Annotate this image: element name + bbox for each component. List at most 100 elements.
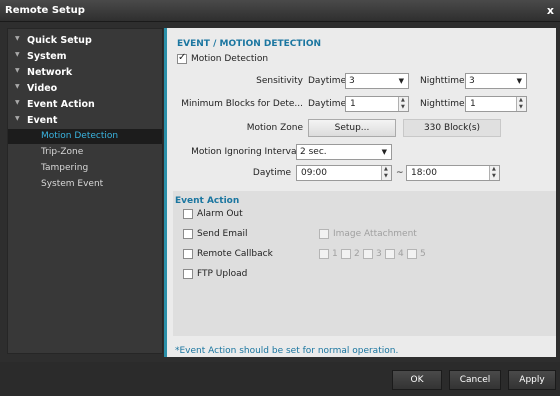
- select-value: 2 sec.: [300, 147, 327, 157]
- expand-triangle-icon: ▼: [15, 83, 20, 90]
- send-email-label: Send Email: [197, 229, 248, 239]
- minimum-blocks-nighttime-label: Nighttime: [420, 99, 465, 109]
- sidebar-item-tampering[interactable]: Tampering: [8, 161, 162, 176]
- sidebar-item-system[interactable]: ▼ System: [8, 49, 162, 65]
- spin-buttons[interactable]: ▲ ▼: [381, 166, 391, 180]
- callback-slot-2-label: 2: [354, 249, 360, 259]
- cancel-button[interactable]: Cancel: [449, 370, 501, 390]
- spin-down-icon[interactable]: ▼: [401, 104, 405, 110]
- sensitivity-nighttime-select[interactable]: 3 ▼: [465, 73, 527, 89]
- settings-panel: EVENT / MOTION DETECTION Motion Detectio…: [164, 28, 556, 357]
- range-separator: ~: [396, 168, 404, 178]
- select-value: 3: [469, 76, 475, 86]
- spin-up-icon[interactable]: ▲: [384, 166, 388, 172]
- button-label: OK: [410, 375, 424, 385]
- dropdown-arrow-icon: ▼: [381, 148, 387, 156]
- apply-button[interactable]: Apply: [508, 370, 556, 390]
- sidebar-item-video[interactable]: ▼ Video: [8, 81, 162, 97]
- sidebar-item-motion-detection[interactable]: Motion Detection: [8, 129, 162, 144]
- remote-callback-label: Remote Callback: [197, 249, 273, 259]
- sensitivity-daytime-label: Daytime: [308, 76, 347, 86]
- sidebar-item-label: Tampering: [41, 163, 89, 173]
- sensitivity-nighttime-label: Nighttime: [420, 76, 465, 86]
- ftp-upload-checkbox[interactable]: [183, 269, 193, 279]
- stepper-value: 1: [350, 99, 356, 109]
- dropdown-arrow-icon: ▼: [516, 77, 522, 85]
- time-value: 18:00: [411, 168, 437, 178]
- minimum-blocks-daytime-label: Daytime: [308, 99, 347, 109]
- callback-slot-3-checkbox[interactable]: [363, 249, 373, 259]
- spin-buttons[interactable]: ▲ ▼: [398, 97, 408, 111]
- spin-up-icon[interactable]: ▲: [492, 166, 496, 172]
- event-action-section: Event Action Alarm Out Send Email Image …: [173, 191, 556, 336]
- sidebar-item-trip-zone[interactable]: Trip-Zone: [8, 145, 162, 160]
- ok-button[interactable]: OK: [392, 370, 442, 390]
- dropdown-arrow-icon: ▼: [398, 77, 404, 85]
- expand-triangle-icon: ▼: [15, 35, 20, 42]
- spin-down-icon[interactable]: ▼: [492, 173, 496, 179]
- sidebar-item-label: Quick Setup: [27, 35, 92, 46]
- motion-ignoring-interval-select[interactable]: 2 sec. ▼: [296, 144, 392, 160]
- alarm-out-checkbox[interactable]: [183, 209, 193, 219]
- sensitivity-label: Sensitivity: [256, 76, 303, 86]
- sidebar-item-quick-setup[interactable]: ▼ Quick Setup: [8, 33, 162, 49]
- sidebar: ▼ Quick Setup ▼ System ▼ Network ▼ Video…: [7, 28, 163, 354]
- spin-buttons[interactable]: ▲ ▼: [516, 97, 526, 111]
- motion-zone-label: Motion Zone: [246, 123, 303, 133]
- motion-detection-label: Motion Detection: [191, 54, 269, 64]
- sidebar-item-label: Network: [27, 67, 73, 78]
- spin-up-icon[interactable]: ▲: [519, 97, 523, 103]
- sidebar-item-label: Event: [27, 115, 58, 126]
- spin-down-icon[interactable]: ▼: [384, 173, 388, 179]
- expand-triangle-icon: ▼: [15, 115, 20, 122]
- minimum-blocks-label: Minimum Blocks for Dete...: [181, 99, 303, 109]
- image-attachment-checkbox[interactable]: [319, 229, 329, 239]
- daytime-start-input[interactable]: 09:00 ▲ ▼: [296, 165, 392, 181]
- daytime-range-label: Daytime: [252, 168, 291, 178]
- sensitivity-daytime-select[interactable]: 3 ▼: [345, 73, 409, 89]
- callback-slot-1-checkbox[interactable]: [319, 249, 329, 259]
- dialog-footer: OK Cancel Apply: [0, 362, 560, 396]
- sidebar-item-label: Trip-Zone: [41, 147, 84, 157]
- motion-zone-blocks-readout: 330 Block(s): [403, 119, 501, 137]
- ftp-upload-label: FTP Upload: [197, 269, 248, 279]
- sidebar-item-event-action[interactable]: ▼ Event Action: [8, 97, 162, 113]
- callback-slot-5-label: 5: [420, 249, 426, 259]
- blocks-value: 330 Block(s): [423, 123, 481, 133]
- motion-zone-setup-button[interactable]: Setup...: [308, 119, 396, 137]
- alarm-out-label: Alarm Out: [197, 209, 243, 219]
- event-action-heading: Event Action: [175, 196, 240, 206]
- send-email-checkbox[interactable]: [183, 229, 193, 239]
- sidebar-item-system-event[interactable]: System Event: [8, 177, 162, 192]
- spin-buttons[interactable]: ▲ ▼: [489, 166, 499, 180]
- sidebar-item-label: Video: [27, 83, 58, 94]
- expand-triangle-icon: ▼: [15, 67, 20, 74]
- close-icon[interactable]: x: [547, 4, 554, 17]
- sidebar-item-event[interactable]: ▼ Event: [8, 113, 162, 129]
- motion-ignoring-interval-label: Motion Ignoring Interval: [191, 147, 299, 157]
- callback-slot-2-checkbox[interactable]: [341, 249, 351, 259]
- minimum-blocks-nighttime-stepper[interactable]: 1 ▲ ▼: [465, 96, 527, 112]
- callback-slot-3-label: 3: [376, 249, 382, 259]
- sidebar-item-network[interactable]: ▼ Network: [8, 65, 162, 81]
- callback-slot-4-checkbox[interactable]: [385, 249, 395, 259]
- sidebar-item-label: Event Action: [27, 99, 95, 110]
- button-label: Cancel: [459, 375, 491, 385]
- minimum-blocks-daytime-stepper[interactable]: 1 ▲ ▼: [345, 96, 409, 112]
- motion-detection-checkbox[interactable]: [177, 52, 187, 64]
- callback-slot-1-label: 1: [332, 249, 338, 259]
- event-action-note: *Event Action should be set for normal o…: [175, 346, 399, 356]
- remote-callback-checkbox[interactable]: [183, 249, 193, 259]
- spin-down-icon[interactable]: ▼: [519, 104, 523, 110]
- button-label: Apply: [519, 375, 545, 385]
- sidebar-item-label: System Event: [41, 179, 104, 189]
- callback-slot-5-checkbox[interactable]: [407, 249, 417, 259]
- select-value: 3: [349, 76, 355, 86]
- sidebar-item-label: System: [27, 51, 67, 62]
- window-title: Remote Setup: [5, 5, 85, 16]
- image-attachment-label: Image Attachment: [333, 229, 417, 239]
- spin-up-icon[interactable]: ▲: [401, 97, 405, 103]
- title-bar: Remote Setup x: [0, 0, 560, 22]
- callback-slot-4-label: 4: [398, 249, 404, 259]
- daytime-end-input[interactable]: 18:00 ▲ ▼: [406, 165, 500, 181]
